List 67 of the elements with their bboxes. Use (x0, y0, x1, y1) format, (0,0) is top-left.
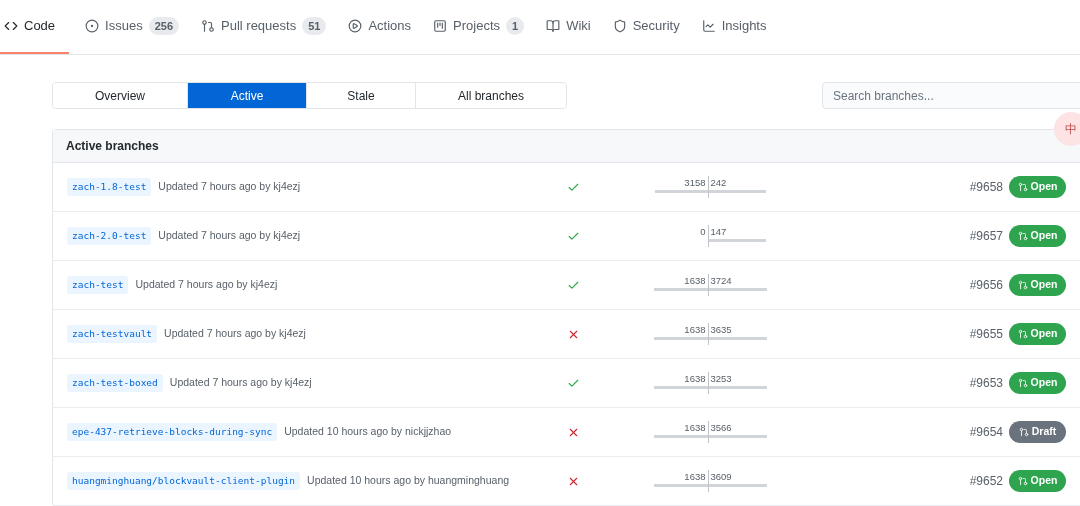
pull-request-icon (1017, 280, 1028, 290)
pull-request-icon (1017, 378, 1028, 388)
book-icon (546, 19, 561, 33)
repo-tab[interactable]: Pull requests 51 (195, 0, 333, 54)
repo-tab[interactable]: Issues 256 (79, 0, 185, 54)
behind-count: 1638 (684, 323, 707, 337)
shield-icon (612, 19, 627, 33)
pull-request-icon (201, 19, 215, 33)
board-icon (433, 19, 448, 33)
repo-tab[interactable]: Insights (695, 0, 773, 54)
branch-name[interactable]: zach-1.8-test (67, 177, 152, 197)
updated-text: Updated 7 hours ago by kj4ezj (158, 179, 301, 195)
branch-name[interactable]: epe-437-retrieve-blocks-during-sync (67, 422, 278, 442)
pull-request-icon (1017, 329, 1028, 339)
repo-tab[interactable]: Code (0, 0, 70, 54)
repo-tab[interactable]: Security (606, 0, 686, 54)
play-icon (348, 19, 363, 33)
ahead-count: 3609 (709, 470, 732, 484)
table-title: Active branches (66, 138, 159, 155)
branch-name[interactable]: zach-2.0-test (67, 226, 152, 246)
updated-text: Updated 7 hours ago by kj4ezj (158, 228, 301, 244)
branch-name[interactable]: zach-testvault (67, 324, 158, 344)
behind-count: 1638 (684, 470, 707, 484)
count-badge: 256 (148, 17, 179, 35)
updated-text: Updated 7 hours ago by kj4ezj (164, 326, 306, 342)
pr-number[interactable]: #9657 (969, 227, 1003, 245)
pr-number[interactable]: #9656 (969, 276, 1003, 294)
circle-dot-icon (85, 19, 100, 33)
pr-number[interactable]: #9655 (969, 325, 1003, 343)
pull-request-icon (1018, 427, 1029, 437)
count-badge: 51 (302, 17, 327, 35)
ahead-count: 147 (709, 225, 727, 239)
filter-tab[interactable]: Active (187, 83, 306, 108)
updated-text: Updated 7 hours ago by kj4ezj (169, 375, 312, 391)
ahead-count: 3253 (709, 372, 732, 386)
updated-text: Updated 10 hours ago by nickjjzhao (284, 424, 452, 440)
count-badge: 1 (506, 17, 525, 35)
behind-count: 0 (700, 225, 707, 239)
behind-count: 1638 (684, 274, 707, 288)
updated-text: Updated 10 hours ago by huangminghuang (307, 473, 510, 489)
pull-request-icon (1017, 476, 1028, 486)
ahead-count: 242 (709, 176, 727, 190)
branch-name[interactable]: huangminghuang/blockvault-client-plugin (67, 471, 301, 491)
branch-name[interactable]: zach-test (67, 275, 129, 295)
filter-tab[interactable]: All branches (415, 83, 566, 108)
repo-tab[interactable]: Actions (342, 0, 418, 54)
pr-number[interactable]: #9658 (969, 178, 1003, 196)
pr-number[interactable]: #9653 (969, 374, 1003, 392)
ime-indicator: 中 (1054, 112, 1080, 146)
branch-name[interactable]: zach-test-boxed (67, 373, 163, 393)
pr-number[interactable]: #9654 (969, 423, 1003, 441)
pull-request-icon (1017, 231, 1028, 241)
behind-count: 1638 (684, 421, 707, 435)
code-icon (4, 19, 18, 33)
updated-text: Updated 7 hours ago by kj4ezj (135, 277, 278, 293)
ahead-count: 3566 (709, 421, 732, 435)
pr-state-badge[interactable]: Draft (1009, 421, 1066, 443)
ahead-count: 3724 (709, 274, 732, 288)
repo-tab[interactable]: Projects 1 (427, 0, 531, 54)
repo-tab[interactable]: Wiki (540, 0, 597, 54)
search-field[interactable]: Search branches... (822, 82, 1080, 109)
graph-icon (701, 19, 716, 33)
behind-count: 1638 (684, 372, 707, 386)
ahead-count: 3635 (709, 323, 732, 337)
behind-count: 3158 (684, 176, 707, 190)
pr-number[interactable]: #9652 (969, 472, 1003, 490)
pull-request-icon (1017, 182, 1028, 192)
